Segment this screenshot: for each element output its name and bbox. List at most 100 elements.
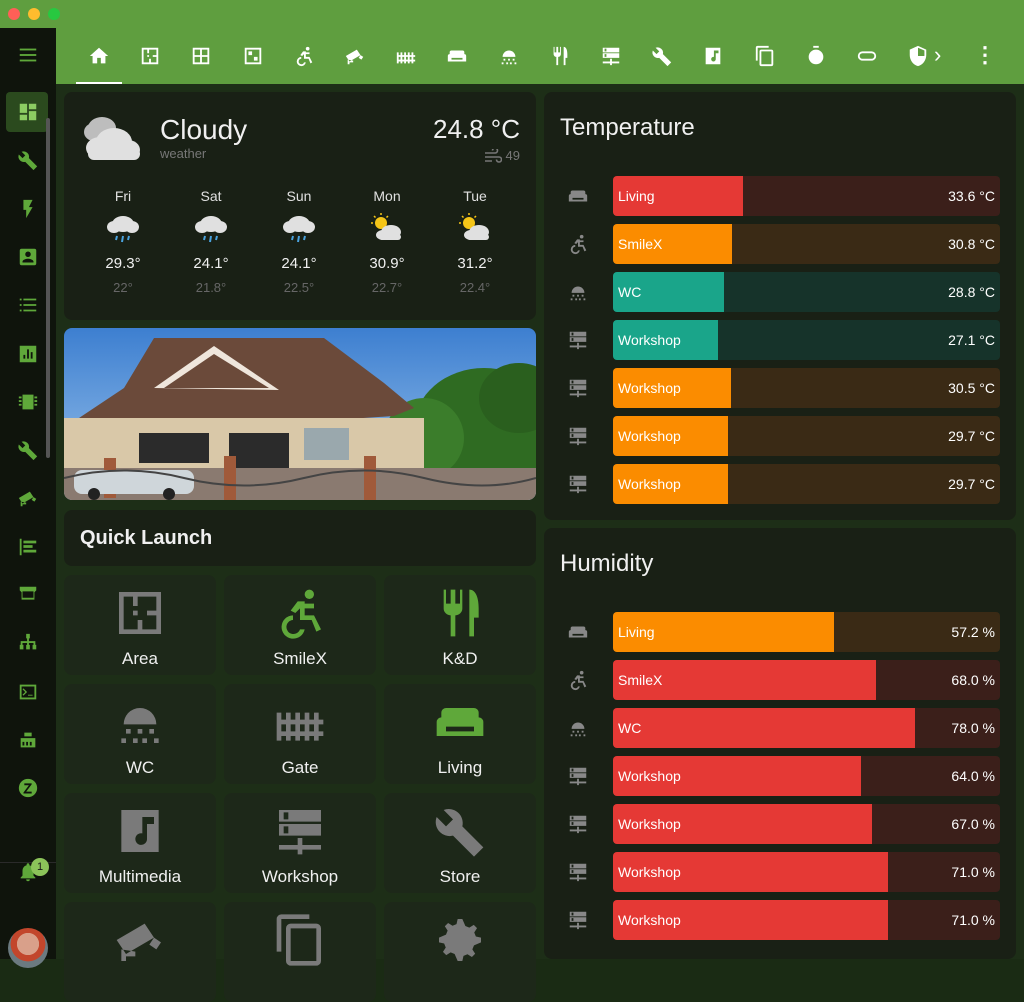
shower-icon [121, 701, 159, 743]
copy-icon [276, 914, 321, 966]
accessible-icon [296, 46, 313, 67]
bar-track: Workshop 27.1 °C [613, 320, 1000, 360]
tab-timer[interactable] [791, 28, 841, 84]
tab-music[interactable] [688, 28, 738, 84]
user-avatar[interactable] [8, 928, 48, 968]
quick-launch-tile-gate[interactable]: Gate [224, 684, 376, 784]
tab-server[interactable] [586, 28, 636, 84]
humidity-title: Humidity [560, 550, 654, 577]
bar-row[interactable]: Workshop 64.0 % [544, 756, 1016, 796]
sidebar-item-cctv[interactable] [0, 476, 56, 520]
close-window-button[interactable] [8, 8, 20, 20]
quick-launch-tile-multimedia[interactable]: Multimedia [64, 793, 216, 893]
quick-launch-tile-cctv[interactable] [64, 902, 216, 1002]
bar-row[interactable]: Workshop 27.1 °C [544, 320, 1016, 360]
quick-launch-label: Store [439, 867, 481, 886]
bar-row-icon [566, 621, 592, 643]
tab-area-alt[interactable] [228, 28, 278, 84]
bar-row-icon [566, 909, 592, 931]
server-icon [569, 911, 587, 930]
list-icon [19, 298, 37, 312]
bar-row[interactable]: Workshop 67.0 % [544, 804, 1016, 844]
bar-row-icon [566, 281, 592, 303]
sofa-icon [568, 626, 588, 638]
bar-row[interactable]: Workshop 30.5 °C [544, 368, 1016, 408]
overflow-menu-button[interactable]: ⋮ [974, 42, 996, 68]
quick-launch-tile-area[interactable]: Area [64, 575, 216, 675]
forecast-high: 30.9° [369, 255, 405, 272]
rainy-icon [195, 216, 227, 243]
bar-label: Living [618, 624, 655, 640]
bar-row[interactable]: Workshop 71.0 % [544, 900, 1016, 940]
bar-track: Workshop 29.7 °C [613, 416, 1000, 456]
notification-badge: 1 [31, 858, 49, 876]
tab-toggle[interactable] [842, 28, 892, 84]
music-icon [706, 47, 721, 65]
sidebar-item-logbook[interactable] [0, 525, 56, 569]
tab-area[interactable] [176, 28, 226, 84]
bar-row[interactable]: Living 33.6 °C [544, 176, 1016, 216]
tab-gate[interactable] [381, 28, 431, 84]
tab-home[interactable] [74, 28, 124, 84]
notifications-button[interactable] [0, 850, 56, 894]
cctv-icon [116, 923, 161, 961]
tab-silverware[interactable] [535, 28, 585, 84]
tab-shower[interactable] [484, 28, 534, 84]
tab-floor-plan[interactable] [125, 28, 175, 84]
tabs-scroll-right-button[interactable]: › [934, 42, 941, 68]
bar-label: Workshop [618, 816, 681, 832]
quick-launch-tile-workshop[interactable]: Workshop [224, 793, 376, 893]
quick-launch-tile-living[interactable]: Living [384, 684, 536, 784]
weather-card[interactable]: Cloudy weather 24.8 °C 49 Fri 29.3° 22° Sat… [64, 92, 536, 320]
temperature-card: Temperature Living 33.6 °C SmileX 30.8 °C WC… [544, 92, 1016, 520]
server-icon [569, 863, 587, 882]
tab-cctv[interactable] [330, 28, 380, 84]
tab-accessible[interactable] [279, 28, 329, 84]
minimize-window-button[interactable] [28, 8, 40, 20]
gate-icon [276, 712, 324, 741]
server-icon [569, 379, 587, 398]
temperature-title: Temperature [560, 114, 695, 141]
bar-value: 64.0 % [951, 768, 995, 784]
bar-row[interactable]: Workshop 71.0 % [544, 852, 1016, 892]
sidebar-item-terminal[interactable] [0, 670, 56, 714]
quick-launch-tile-store[interactable]: Store [384, 793, 536, 893]
sidebar-item-sitemap[interactable] [0, 621, 56, 665]
sofa-icon [436, 708, 484, 736]
wrench-icon [652, 47, 672, 67]
sofa-icon [568, 190, 588, 202]
bar-label: WC [618, 720, 642, 736]
bar-row[interactable]: WC 78.0 % [544, 708, 1016, 748]
bar-row-icon [566, 717, 592, 739]
bar-row-icon [566, 669, 592, 691]
quick-launch-header: Quick Launch [64, 510, 536, 566]
tab-copy[interactable] [740, 28, 790, 84]
forecast-day: Mon 30.9° 22.7° [343, 188, 431, 295]
bar-row[interactable]: Workshop 29.7 °C [544, 416, 1016, 456]
forecast-high: 29.3° [105, 255, 141, 272]
quick-launch-tile-smilex[interactable]: SmileX [224, 575, 376, 675]
bar-label: Workshop [618, 912, 681, 928]
sidebar-scrollbar[interactable] [46, 118, 50, 458]
sidebar-item-router[interactable] [0, 718, 56, 762]
bar-row[interactable]: SmileX 30.8 °C [544, 224, 1016, 264]
quick-launch-tile-copy[interactable] [224, 902, 376, 1002]
quick-launch-tile-wc[interactable]: WC [64, 684, 216, 784]
tab-wrench[interactable] [637, 28, 687, 84]
menu-toggle-button[interactable] [0, 33, 56, 77]
bar-track: Workshop 64.0 % [613, 756, 1000, 796]
bar-value: 71.0 % [951, 912, 995, 928]
quick-launch-tile-kd[interactable]: K&D [384, 575, 536, 675]
bar-row[interactable]: Living 57.2 % [544, 612, 1016, 652]
bar-row[interactable]: SmileX 68.0 % [544, 660, 1016, 700]
tab-sofa[interactable] [432, 28, 482, 84]
bar-row[interactable]: WC 28.8 °C [544, 272, 1016, 312]
sidebar-item-zwave[interactable] [0, 766, 56, 810]
bar-row[interactable]: Workshop 29.7 °C [544, 464, 1016, 504]
forecast-high: 31.2° [457, 255, 493, 272]
quick-launch-tile-cog[interactable] [384, 902, 536, 1002]
zoom-window-button[interactable] [48, 8, 60, 20]
forecast-day-name: Sun [286, 188, 312, 204]
sidebar-item-hacs[interactable] [0, 573, 56, 617]
area-alt-icon [244, 47, 261, 65]
